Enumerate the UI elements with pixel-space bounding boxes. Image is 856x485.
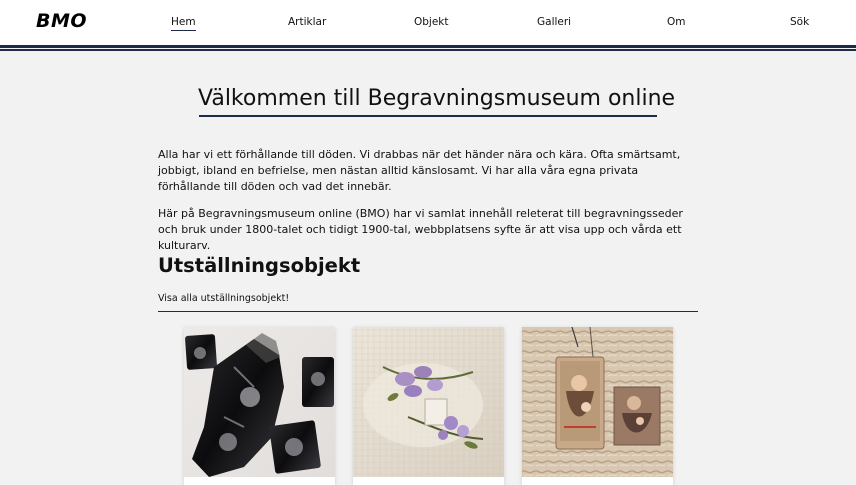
section-title-exhibits: Utställningsobjekt — [158, 254, 361, 277]
site-logo[interactable]: BMO — [36, 10, 87, 32]
title-underline — [199, 115, 657, 117]
nav-item-about[interactable]: Om — [667, 16, 686, 28]
header-divider-secondary — [0, 49, 856, 51]
nav-item-articles[interactable]: Artiklar — [288, 16, 326, 28]
intro-paragraph: Alla har vi ett förhållande till döden. … — [158, 148, 681, 193]
top-navigation: BMO Hem Artiklar Objekt Galleri Om Sök — [0, 0, 856, 45]
page-title: Välkommen till Begravningsmuseum online — [198, 86, 676, 111]
header-divider — [0, 45, 856, 48]
exhibit-card[interactable] — [522, 327, 673, 485]
view-all-exhibits-link[interactable]: Visa alla utställningsobjekt! — [158, 293, 289, 304]
nav-item-gallery[interactable]: Galleri — [537, 16, 571, 28]
nav-item-search[interactable]: Sök — [790, 16, 809, 28]
section-divider — [158, 311, 698, 312]
exhibit-card[interactable] — [353, 327, 504, 485]
nav-item-home[interactable]: Hem — [171, 16, 196, 31]
nav-item-objects[interactable]: Objekt — [414, 16, 449, 28]
exhibit-image-flower-lace[interactable] — [353, 327, 504, 477]
about-paragraph: Här på Begravningsmuseum online (BMO) ha… — [158, 207, 683, 252]
exhibit-card[interactable] — [184, 327, 335, 485]
exhibit-image-religious-pictures[interactable] — [522, 327, 673, 477]
exhibit-image-black-plaques[interactable] — [184, 327, 335, 477]
